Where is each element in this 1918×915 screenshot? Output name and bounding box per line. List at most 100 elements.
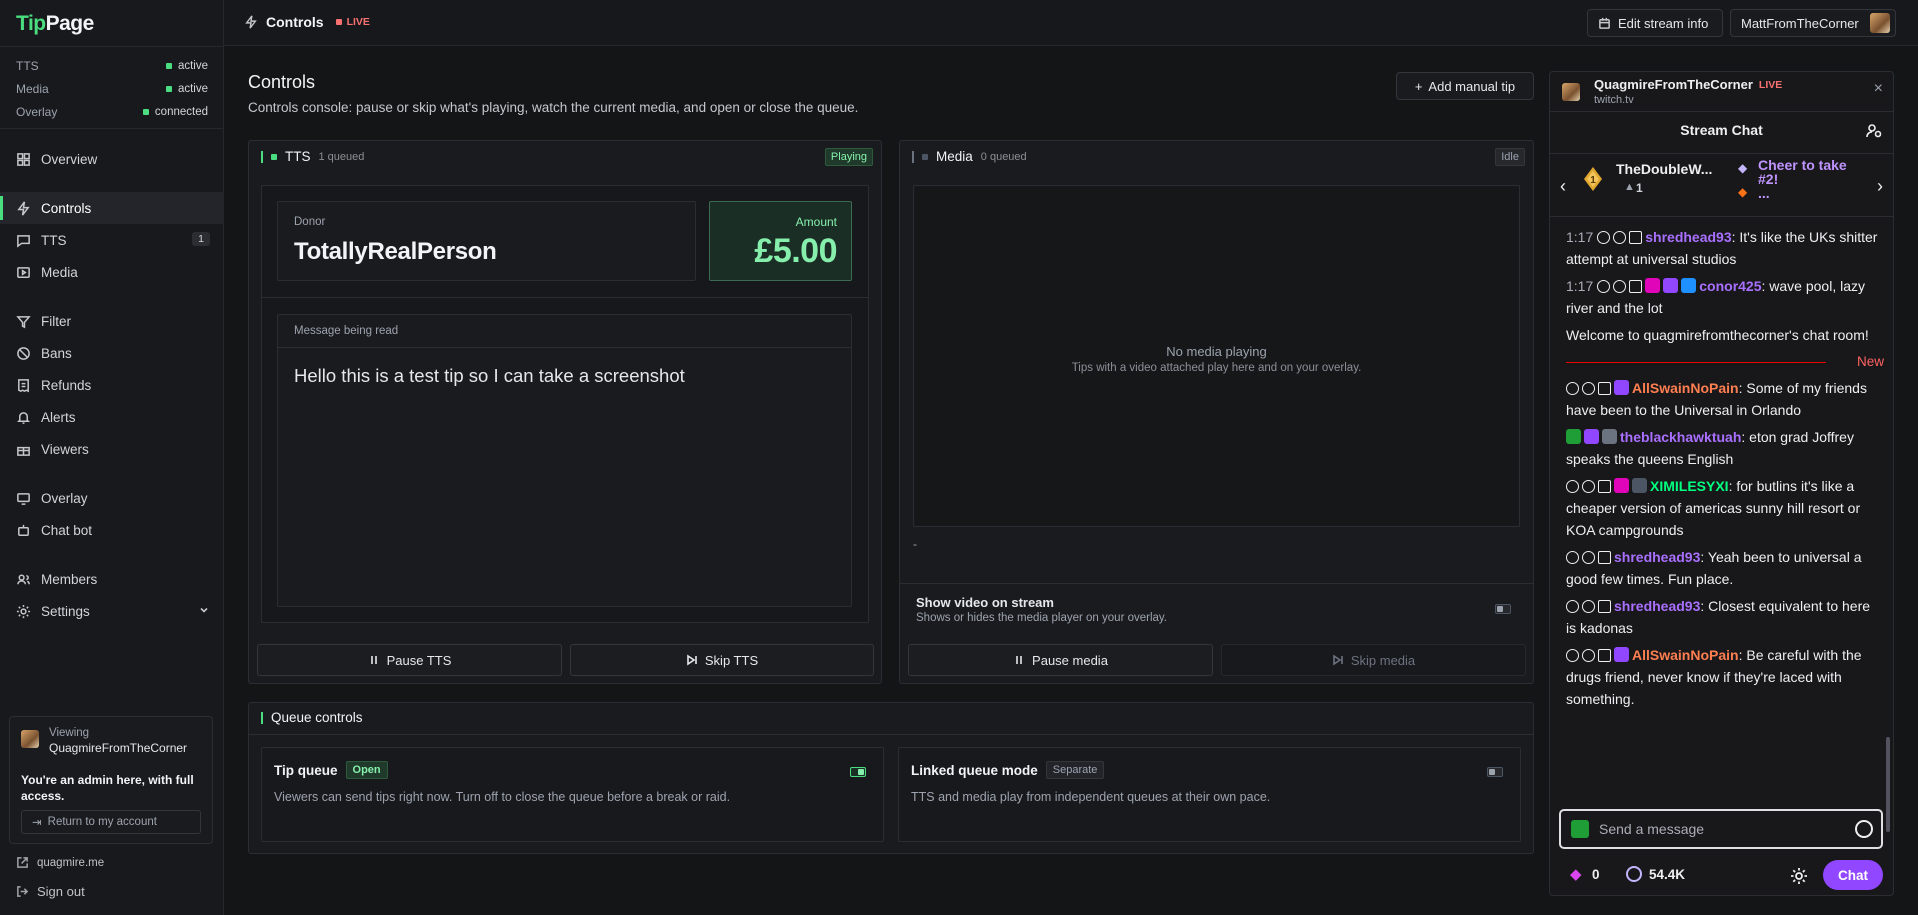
return-to-account-button[interactable]: ⇥ Return to my account (21, 810, 201, 834)
chat-username[interactable]: theblackhawktuah (1620, 429, 1741, 445)
send-chat-button[interactable]: Chat (1823, 860, 1883, 890)
tip-queue-description: Viewers can send tips right now. Turn of… (274, 790, 731, 804)
linked-queue-description: TTS and media play from independent queu… (911, 790, 1271, 804)
trash-icon[interactable] (1598, 382, 1611, 395)
ban-icon[interactable] (1597, 231, 1611, 244)
emote-picker-icon[interactable] (1855, 820, 1873, 838)
chat-settings-icon[interactable] (1789, 866, 1809, 886)
ban-icon[interactable] (1566, 382, 1579, 395)
channel-avatar (21, 730, 39, 748)
chat-username[interactable]: conor425 (1699, 278, 1761, 294)
brand-part1: Tip (16, 12, 46, 35)
timeout-icon[interactable] (1582, 551, 1595, 564)
sidebar-item-overview[interactable]: Overview (0, 143, 224, 175)
edit-stream-info-button[interactable]: Edit stream info (1587, 9, 1723, 37)
timeout-icon[interactable] (1582, 382, 1595, 395)
ban-icon[interactable] (1566, 551, 1579, 564)
sidebar-item-bans[interactable]: Bans (0, 337, 224, 369)
identity-badge-icon[interactable] (1571, 820, 1589, 838)
user-menu-button[interactable]: MattFromTheCorner (1730, 9, 1896, 37)
welcome-message: Welcome to quagmirefromthecorner's chat … (1566, 327, 1869, 343)
viewing-label: Viewing (49, 727, 90, 739)
chat-message-input[interactable] (1599, 820, 1839, 838)
sidebar-item-refunds[interactable]: Refunds (0, 369, 224, 401)
leader-count-value: 1 (1636, 181, 1643, 195)
community-icon[interactable] (1865, 122, 1883, 140)
chat-footer: ◆ 0 54.4K Chat (1550, 857, 1893, 893)
amount-card: Amount £5.00 (709, 201, 852, 281)
site-link[interactable]: quagmire.me (16, 856, 104, 869)
bolt-icon (245, 15, 257, 29)
sidebar-item-controls[interactable]: Controls (0, 192, 224, 224)
pause-tts-button[interactable]: Pause TTS (257, 644, 562, 676)
trash-icon[interactable] (1598, 551, 1611, 564)
tts-panel-header: TTS 1 queued (261, 149, 364, 164)
skip-tts-button[interactable]: Skip TTS (570, 644, 874, 676)
close-chat-icon[interactable]: × (1874, 80, 1883, 98)
chevron-right-icon[interactable]: › (1877, 176, 1883, 197)
timeout-icon[interactable] (1582, 649, 1595, 662)
globe-badge-icon (1632, 478, 1647, 493)
sidebar-item-media[interactable]: Media (0, 256, 224, 288)
timeout-icon[interactable] (1613, 280, 1627, 293)
sidebar-item-members[interactable]: Members (0, 563, 224, 595)
timeout-icon[interactable] (1613, 231, 1627, 244)
chat-username[interactable]: shredhead93 (1614, 549, 1700, 565)
sidebar-item-label: Chat bot (41, 522, 93, 538)
ban-icon[interactable] (1566, 649, 1579, 662)
topbar: Controls LIVE Edit stream info MattFromT… (224, 0, 1918, 46)
add-manual-tip-button[interactable]: + Add manual tip (1396, 72, 1534, 100)
timeout-icon[interactable] (1582, 480, 1595, 493)
sidebar-item-label: Media (41, 264, 78, 280)
linked-queue-toggle[interactable] (1487, 767, 1503, 777)
chat-scrollbar[interactable] (1886, 737, 1890, 832)
skip-media-label: Skip media (1350, 652, 1416, 668)
ban-icon[interactable] (1566, 600, 1579, 613)
media-queued-count: 0 queued (980, 150, 1027, 163)
topbar-title-text: Controls (266, 14, 324, 30)
queue-controls-header: Queue controls (261, 710, 363, 725)
sign-out-link[interactable]: Sign out (16, 884, 85, 899)
message-time: 1:17 (1566, 278, 1594, 294)
bits-icon[interactable]: ◆ (1570, 865, 1582, 883)
plus-icon: + (1414, 78, 1423, 94)
chat-username[interactable]: shredhead93 (1645, 229, 1731, 245)
sidebar-item-settings[interactable]: Settings (0, 595, 224, 627)
chevron-left-icon[interactable]: ‹ (1560, 176, 1566, 197)
ban-icon[interactable] (1597, 280, 1611, 293)
media-player[interactable]: No media playing Tips with a video attac… (913, 185, 1520, 527)
trash-icon[interactable] (1598, 480, 1611, 493)
trash-icon[interactable] (1598, 649, 1611, 662)
sidebar-item-label: Viewers (41, 441, 89, 457)
sidebar-item-viewers[interactable]: Viewers (0, 433, 224, 465)
show-video-toggle[interactable] (1495, 604, 1511, 614)
ban-icon[interactable] (1566, 480, 1579, 493)
chat-username[interactable]: XIMILESYXI (1650, 478, 1729, 494)
chat-input-box (1559, 809, 1883, 849)
chat-username[interactable]: shredhead93 (1614, 598, 1700, 614)
chat-message: 1:17 conor425: wave pool, lazy river and … (1566, 275, 1884, 319)
sidebar-item-tts[interactable]: TTS 1 (0, 224, 224, 256)
sidebar-item-label: Members (41, 571, 98, 587)
channel-points-icon[interactable] (1626, 866, 1642, 882)
sidebar-item-label: Refunds (41, 377, 92, 393)
status-dot-icon (165, 63, 172, 69)
trash-icon[interactable] (1598, 600, 1611, 613)
ban-icon (17, 346, 30, 360)
pause-media-button[interactable]: Pause media (908, 644, 1213, 676)
sidebar-item-alerts[interactable]: Alerts (0, 401, 224, 433)
chat-username[interactable]: AllSwainNoPain (1632, 647, 1739, 663)
chat-username[interactable]: AllSwainNoPain (1632, 380, 1739, 396)
bits-balance: 0 (1592, 867, 1600, 882)
timeout-icon[interactable] (1582, 600, 1595, 613)
trash-icon[interactable] (1629, 231, 1643, 244)
skip-media-button[interactable]: Skip media (1221, 644, 1526, 676)
trash-icon[interactable] (1629, 280, 1643, 293)
brand-logo[interactable]: TipPage (16, 12, 94, 36)
sidebar-item-overlay[interactable]: Overlay (0, 482, 224, 514)
sidebar-item-chatbot[interactable]: Chat bot (0, 514, 224, 546)
tip-queue-toggle[interactable] (850, 767, 866, 777)
tts-title: TTS (285, 149, 311, 164)
sidebar-item-filter[interactable]: Filter (0, 305, 224, 337)
cheer-cta[interactable]: Cheer to take #2!... (1758, 158, 1856, 200)
